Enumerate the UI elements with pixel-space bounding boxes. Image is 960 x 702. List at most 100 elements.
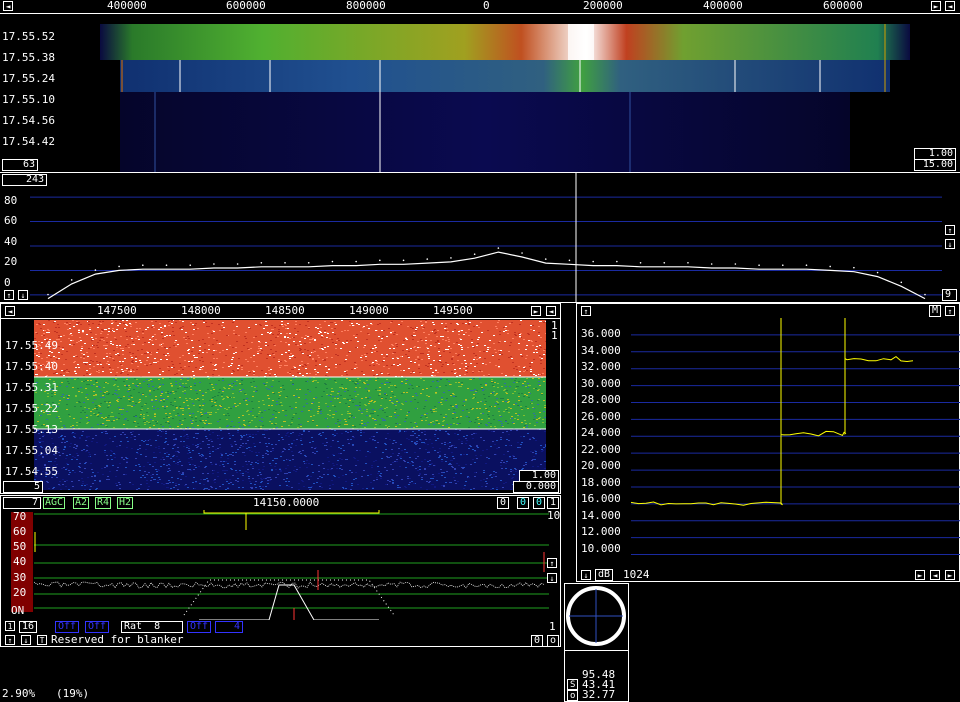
spectrum-point — [450, 257, 452, 259]
wf-left-value[interactable]: 63 — [2, 159, 38, 171]
scroll-right-button[interactable]: ► — [931, 1, 941, 11]
bb-zero-box[interactable]: 0 — [531, 635, 544, 647]
hires-panel: ◄ 147500 148000 148500 149000 149500 ► ◄… — [0, 303, 561, 494]
spectrum-point — [426, 258, 429, 260]
bb-blue-num[interactable]: 4 — [215, 621, 243, 633]
meter-unit-box[interactable]: dB — [595, 569, 614, 581]
polar-divider — [565, 650, 628, 651]
bb-arrow-up-button[interactable]: ↑ — [5, 635, 15, 645]
status-text: Reserved for blanker — [51, 633, 184, 646]
r4-toggle[interactable]: R4 — [95, 497, 112, 509]
meter-y-26: 26.000 — [581, 410, 621, 423]
freq-label-5: 200000 — [583, 0, 623, 12]
bb-y-60: 60 — [13, 525, 27, 538]
bb-o-box[interactable]: o — [547, 635, 560, 647]
bb-box-b[interactable]: 0 — [517, 497, 530, 509]
agc-toggle[interactable]: AGC — [43, 497, 66, 509]
scroll-left-button[interactable]: ◄ — [3, 1, 13, 11]
meter-y-32: 32.000 — [581, 360, 621, 373]
spectrum-point — [876, 271, 879, 274]
spectrum-point — [900, 281, 903, 284]
bb-y-50: 50 — [13, 540, 27, 553]
hires-zero-value[interactable]: 0.000 — [513, 481, 559, 493]
spectrum-point — [687, 261, 689, 264]
hires-axis: ◄ 147500 148000 148500 149000 149500 ► ◄ — [1, 304, 560, 319]
bb-rat-box[interactable]: Rat 8 — [121, 621, 183, 633]
meter-up-button[interactable]: ↑ — [581, 306, 591, 316]
bb-rat-value: 8 — [154, 621, 161, 632]
spectrum-point — [853, 266, 855, 269]
meter-right2-button[interactable]: ► — [945, 570, 955, 580]
bb-y-40: 40 — [13, 555, 27, 568]
cpu-load: (19%) — [56, 687, 90, 700]
meter-up-right-button[interactable]: ↑ — [945, 306, 955, 316]
meter-y-22: 22.000 — [581, 443, 621, 456]
spec-up-button[interactable]: ↑ — [4, 290, 14, 300]
wf-time-2: 17.55.38 — [2, 51, 55, 64]
spectrum-point — [118, 265, 120, 268]
hires-left-button[interactable]: ◄ — [5, 306, 15, 316]
bb-small-up-button[interactable]: 1 — [5, 621, 15, 631]
spectrum-point — [521, 252, 523, 254]
polar-o-box[interactable]: o — [567, 690, 579, 701]
spec-right-up-button[interactable]: ↑ — [945, 225, 955, 235]
wf-zero-value[interactable]: 15.00 — [914, 159, 956, 171]
filter-shape-inner — [199, 584, 379, 620]
bb-rat-label: Rat — [124, 621, 143, 632]
spectrum-point — [331, 260, 334, 263]
main-waterfall[interactable]: 17.55.52 17.55.38 17.55.24 17.55.10 17.5… — [0, 14, 960, 173]
polar-s-box[interactable]: S — [567, 679, 579, 690]
spec-y-60: 60 — [4, 214, 18, 227]
hires-right-button[interactable]: ► — [531, 306, 541, 316]
spectrum-point — [924, 293, 926, 296]
bb-t-button[interactable]: T — [37, 635, 47, 645]
h2-toggle[interactable]: H2 — [117, 497, 134, 509]
bb-bottom-num[interactable]: 16 — [19, 621, 38, 633]
bb-scale-right: 10 — [547, 509, 561, 522]
bb-on-label: ON — [11, 604, 25, 617]
spec-down-button[interactable]: ↓ — [18, 290, 28, 300]
bb-off-c[interactable]: Off — [187, 621, 212, 633]
baseband-graph — [34, 510, 549, 620]
spec-y-40: 40 — [4, 235, 18, 248]
spectrum-point — [379, 259, 381, 262]
spectrum-point — [616, 260, 618, 263]
meter-down-button[interactable]: ↓ — [581, 570, 591, 580]
hires-time-2: 17.55.40 — [5, 360, 58, 373]
meter-average[interactable]: 1024 — [623, 569, 650, 581]
bb-off-b[interactable]: Off — [85, 621, 110, 633]
hires-time-6: 17.55.04 — [5, 444, 58, 457]
scroll-end-button[interactable]: ◄ — [945, 1, 955, 11]
frequency-display[interactable]: 14150.0000 — [253, 497, 319, 509]
hires-freq-4: 149000 — [349, 304, 389, 317]
spec-right-down-button[interactable]: ↓ — [945, 239, 955, 249]
spectrum-point — [189, 264, 192, 267]
hires-left-value[interactable]: 5 — [3, 481, 43, 493]
a2-toggle[interactable]: A2 — [73, 497, 90, 509]
spectrum-panel[interactable]: 243 80 60 40 20 0 ↑ ↓ ↑ ↓ 9 — [0, 173, 960, 303]
bb-off-a[interactable]: Off — [55, 621, 80, 633]
meter-m-button[interactable]: M — [929, 305, 942, 317]
spec-right-value[interactable]: 9 — [942, 289, 957, 301]
bb-up-button[interactable]: ↑ — [547, 558, 557, 568]
baseband-left-value[interactable]: 7 — [3, 497, 41, 509]
spectrum-point — [639, 261, 642, 264]
bb-arrow-down-button[interactable]: ↓ — [21, 635, 31, 645]
hires-end-button[interactable]: ◄ — [546, 306, 556, 316]
bb-box-a[interactable]: 0 — [497, 497, 510, 509]
spectrum-trace — [47, 251, 926, 300]
bb-box-d[interactable]: 1 — [547, 497, 560, 509]
meter-y-18: 18.000 — [581, 476, 621, 489]
meter-right-button[interactable]: ► — [915, 570, 925, 580]
freq-label-6: 400000 — [703, 0, 743, 12]
meter-left-button[interactable]: ◄ — [930, 570, 940, 580]
freq-label-7: 600000 — [823, 0, 863, 12]
bb-box-c[interactable]: 0 — [533, 497, 546, 509]
spectrum-point — [70, 279, 73, 281]
meter-y-30: 30.000 — [581, 377, 621, 390]
bb-y-20: 20 — [13, 586, 27, 599]
main-waterfall-image — [100, 24, 910, 172]
bb-down-button[interactable]: ↓ — [547, 573, 557, 583]
bb-bottom-right: 1 — [549, 620, 556, 633]
wf-time-1: 17.55.52 — [2, 30, 55, 43]
